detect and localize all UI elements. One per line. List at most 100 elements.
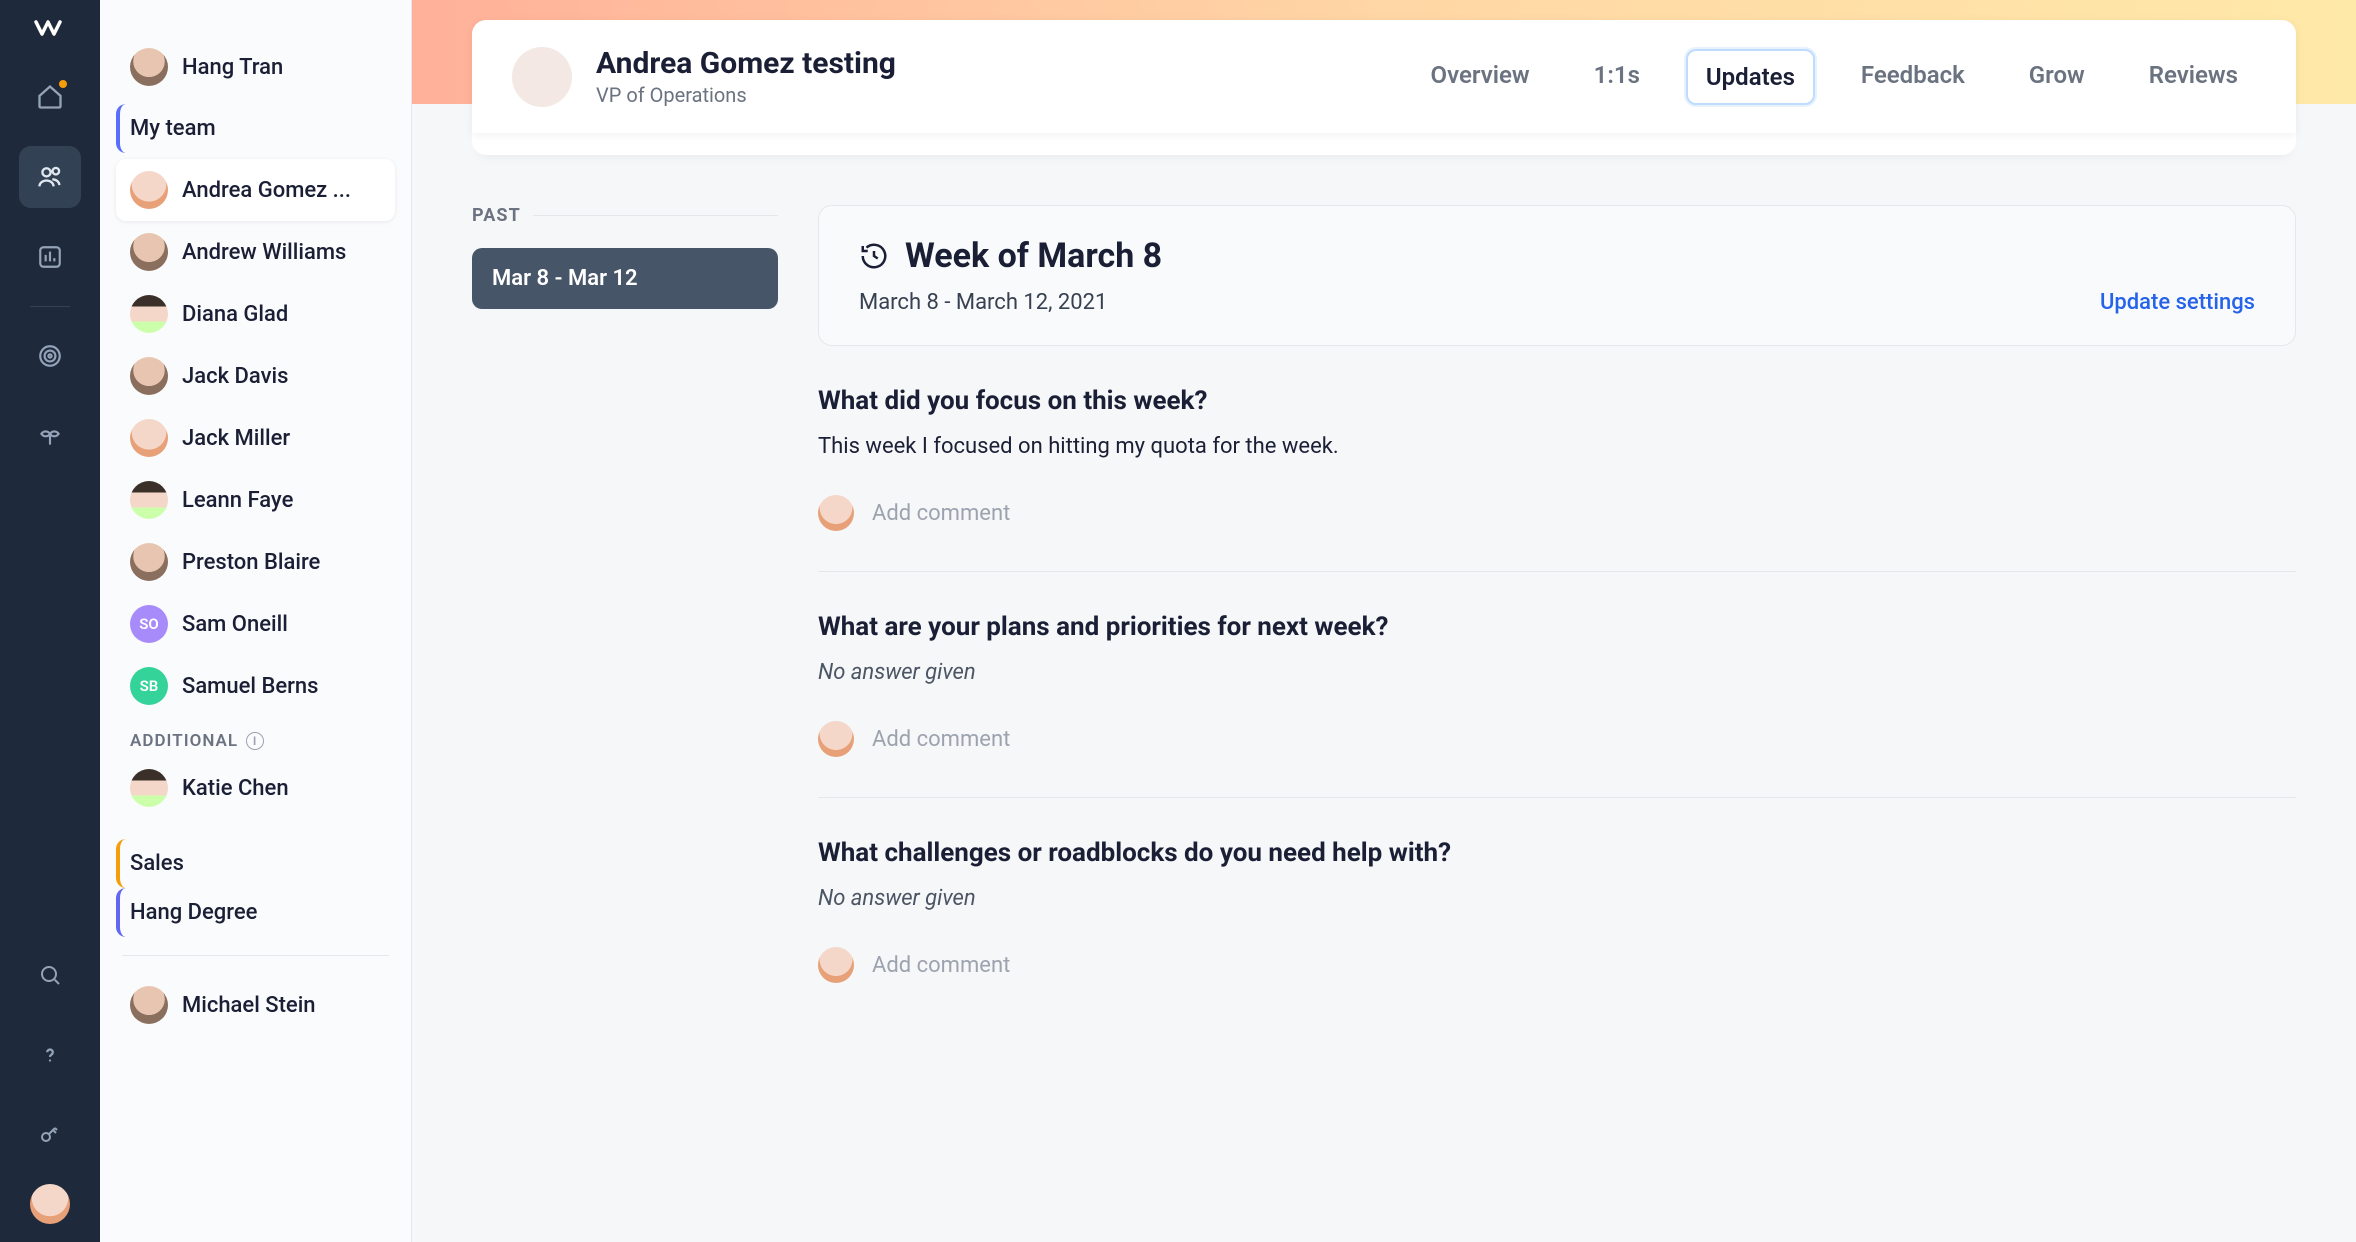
avatar [130, 543, 168, 581]
nav-admin[interactable] [19, 1104, 81, 1166]
team-member-label: Andrew Williams [182, 240, 346, 265]
nav-home[interactable] [19, 66, 81, 128]
tab-feedback[interactable]: Feedback [1843, 49, 1983, 105]
date-range-button[interactable]: Mar 8 - Mar 12 [472, 248, 778, 309]
app-logo [34, 18, 66, 40]
avatar [130, 419, 168, 457]
additional-section-label: ADDITIONAL i [116, 717, 395, 757]
nav-help[interactable] [19, 1024, 81, 1086]
nav-growth[interactable] [19, 405, 81, 467]
user-avatar-rail[interactable] [30, 1184, 70, 1224]
question-block-3: What challenges or roadblocks do you nee… [818, 798, 2296, 1023]
avatar [130, 986, 168, 1024]
comment-row[interactable]: Add comment [818, 495, 2296, 531]
add-comment-placeholder[interactable]: Add comment [872, 501, 1010, 526]
sidebar-team-preston[interactable]: Preston Blaire [116, 531, 395, 593]
sidebar-team-jack-davis[interactable]: Jack Davis [116, 345, 395, 407]
answer-text: No answer given [818, 886, 2296, 911]
question-text: What challenges or roadblocks do you nee… [818, 838, 2296, 868]
team-member-label: Diana Glad [182, 302, 288, 327]
sidebar-team-jack-miller[interactable]: Jack Miller [116, 407, 395, 469]
avatar [130, 357, 168, 395]
comment-avatar [818, 947, 854, 983]
sidebar-team-andrea[interactable]: Andrea Gomez ... [116, 159, 395, 221]
sidebar-other-michael[interactable]: Michael Stein [116, 974, 395, 1036]
tab-1on1s[interactable]: 1:1s [1576, 49, 1658, 105]
clock-history-icon [859, 241, 889, 271]
sidebar-team-diana[interactable]: Diana Glad [116, 283, 395, 345]
update-settings-link[interactable]: Update settings [2100, 290, 2255, 315]
sidebar-current-user[interactable]: Hang Tran [116, 36, 395, 98]
sidebar-additional-katie[interactable]: Katie Chen [116, 757, 395, 819]
profile-header-card: Andrea Gomez testing VP of Operations Ov… [472, 20, 2296, 133]
week-title: Week of March 8 [905, 236, 1162, 276]
additional-member-label: Katie Chen [182, 776, 289, 801]
team-sidebar: Hang Tran My team Andrea Gomez ... Andre… [100, 0, 412, 1242]
sidebar-divider [122, 955, 389, 956]
comment-row[interactable]: Add comment [818, 947, 2296, 983]
nav-target[interactable] [19, 325, 81, 387]
team-member-label: Leann Faye [182, 488, 293, 513]
main-area: Andrea Gomez testing VP of Operations Ov… [412, 0, 2356, 1242]
add-comment-placeholder[interactable]: Add comment [872, 727, 1010, 752]
nav-search[interactable] [19, 944, 81, 1006]
team-member-label: Jack Miller [182, 426, 290, 451]
rail-divider [30, 306, 70, 307]
timeline-column: PAST Mar 8 - Mar 12 [472, 205, 778, 1242]
group-label: Sales [130, 851, 184, 876]
comment-avatar [818, 721, 854, 757]
question-block-2: What are your plans and priorities for n… [818, 572, 2296, 798]
team-member-label: Sam Oneill [182, 612, 288, 637]
team-member-label: Jack Davis [182, 364, 288, 389]
sidebar-group-sales[interactable]: Sales [116, 839, 395, 888]
tab-overview[interactable]: Overview [1413, 49, 1548, 105]
add-comment-placeholder[interactable]: Add comment [872, 953, 1010, 978]
page-subtitle: VP of Operations [596, 83, 896, 107]
avatar [130, 233, 168, 271]
comment-avatar [818, 495, 854, 531]
week-header-card: Week of March 8 March 8 - March 12, 2021… [818, 205, 2296, 346]
sidebar-team-sam[interactable]: SO Sam Oneill [116, 593, 395, 655]
avatar [130, 481, 168, 519]
avatar [130, 295, 168, 333]
tab-updates[interactable]: Updates [1686, 49, 1815, 105]
notification-dot [59, 80, 67, 88]
header-card-shadow [472, 133, 2296, 155]
avatar: SB [130, 667, 168, 705]
question-text: What are your plans and priorities for n… [818, 612, 2296, 642]
avatar: SO [130, 605, 168, 643]
sidebar-team-leann[interactable]: Leann Faye [116, 469, 395, 531]
nav-rail [0, 0, 100, 1242]
group-label: Hang Degree [130, 900, 257, 925]
update-detail-column: Week of March 8 March 8 - March 12, 2021… [818, 205, 2296, 1242]
avatar [130, 171, 168, 209]
answer-text: No answer given [818, 660, 2296, 685]
question-text: What did you focus on this week? [818, 386, 2296, 416]
user-name: Hang Tran [182, 55, 283, 80]
team-member-label: Andrea Gomez ... [182, 178, 351, 203]
page-title: Andrea Gomez testing [596, 46, 896, 81]
my-team-label: My team [130, 116, 216, 141]
answer-text: This week I focused on hitting my quota … [818, 434, 2296, 459]
past-label: PAST [472, 205, 778, 226]
team-member-label: Preston Blaire [182, 550, 320, 575]
question-block-1: What did you focus on this week? This we… [818, 346, 2296, 572]
sidebar-team-samuel[interactable]: SB Samuel Berns [116, 655, 395, 717]
tab-reviews[interactable]: Reviews [2131, 49, 2256, 105]
tab-grow[interactable]: Grow [2011, 49, 2103, 105]
team-member-label: Samuel Berns [182, 674, 318, 699]
profile-tabs: Overview 1:1s Updates Feedback Grow Revi… [1413, 49, 2256, 105]
info-icon[interactable]: i [246, 732, 264, 750]
other-member-label: Michael Stein [182, 993, 316, 1018]
sidebar-group-hang-degree[interactable]: Hang Degree [116, 888, 395, 937]
comment-row[interactable]: Add comment [818, 721, 2296, 757]
avatar [130, 769, 168, 807]
updates-content: PAST Mar 8 - Mar 12 Week of March 8 Marc… [412, 185, 2356, 1242]
week-date-range: March 8 - March 12, 2021 [859, 290, 1107, 315]
nav-people[interactable] [19, 146, 81, 208]
avatar [130, 48, 168, 86]
sidebar-team-andrew[interactable]: Andrew Williams [116, 221, 395, 283]
nav-analytics[interactable] [19, 226, 81, 288]
sidebar-my-team[interactable]: My team [116, 104, 395, 153]
profile-avatar [512, 47, 572, 107]
